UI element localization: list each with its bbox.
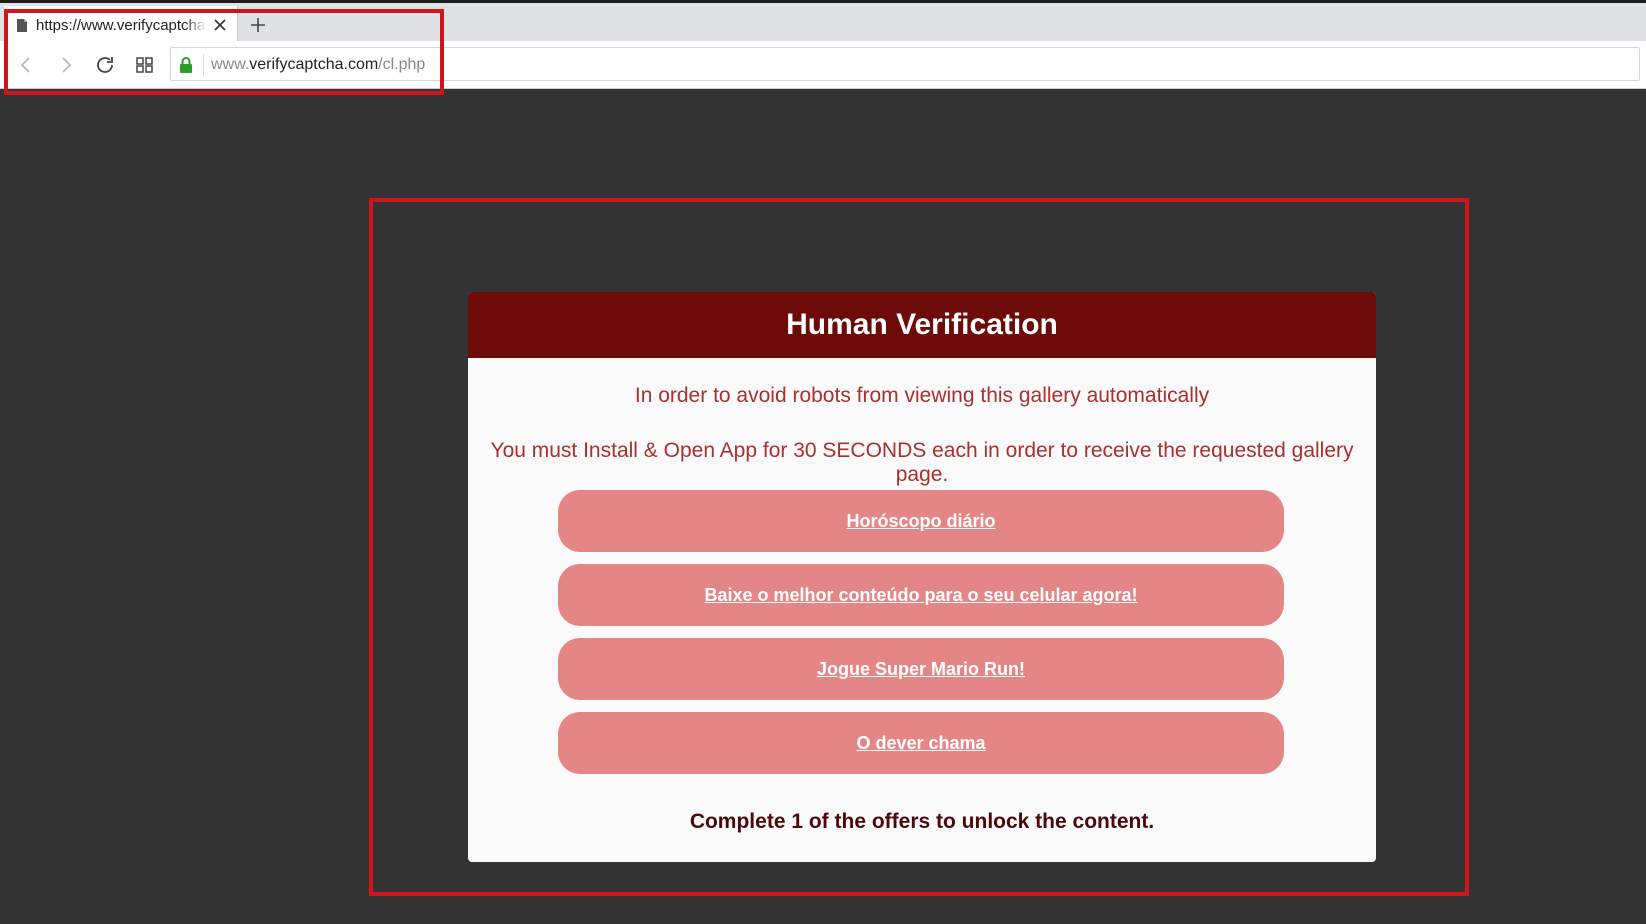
address-divider [203, 54, 204, 76]
browser-tab[interactable]: https://www.verifycaptcha.com/cl.php [4, 6, 238, 44]
reload-icon[interactable] [93, 53, 117, 77]
page-icon [16, 18, 28, 33]
offer-button-horoscopo[interactable]: Horóscopo diário [558, 490, 1284, 552]
speed-dial-grid-icon[interactable] [133, 53, 157, 77]
offer-button-conteudo[interactable]: Baixe o melhor conteúdo para o seu celul… [558, 564, 1284, 626]
new-tab-icon[interactable] [248, 15, 268, 35]
url-prefix: www. [211, 56, 250, 73]
verification-card: Human Verification In order to avoid rob… [468, 292, 1376, 862]
intro-message: In order to avoid robots from viewing th… [634, 384, 1210, 407]
url-text[interactable]: www.verifycaptcha.com/cl.php [211, 48, 425, 82]
unlock-instruction: Complete 1 of the offers to unlock the c… [689, 810, 1155, 833]
lock-icon[interactable] [179, 56, 193, 74]
offer-button-dever[interactable]: O dever chama [558, 712, 1284, 774]
instruction-message: You must Install & Open App for 30 SECON… [490, 439, 1354, 486]
address-bar[interactable]: www.verifycaptcha.com/cl.php [170, 47, 1640, 81]
back-icon[interactable] [14, 53, 38, 77]
tab-bar: https://www.verifycaptcha.com/cl.php [0, 3, 1646, 44]
browser-toolbar: www.verifycaptcha.com/cl.php [0, 41, 1646, 89]
forward-icon[interactable] [54, 53, 78, 77]
card-title: Human Verification [468, 292, 1376, 358]
url-host: verifycaptcha.com [249, 56, 379, 73]
offer-button-mario[interactable]: Jogue Super Mario Run! [558, 638, 1284, 700]
url-path: /cl.php [378, 56, 426, 73]
tab-title: https://www.verifycaptcha.com/cl.php [36, 16, 206, 34]
close-tab-icon[interactable] [211, 16, 229, 34]
